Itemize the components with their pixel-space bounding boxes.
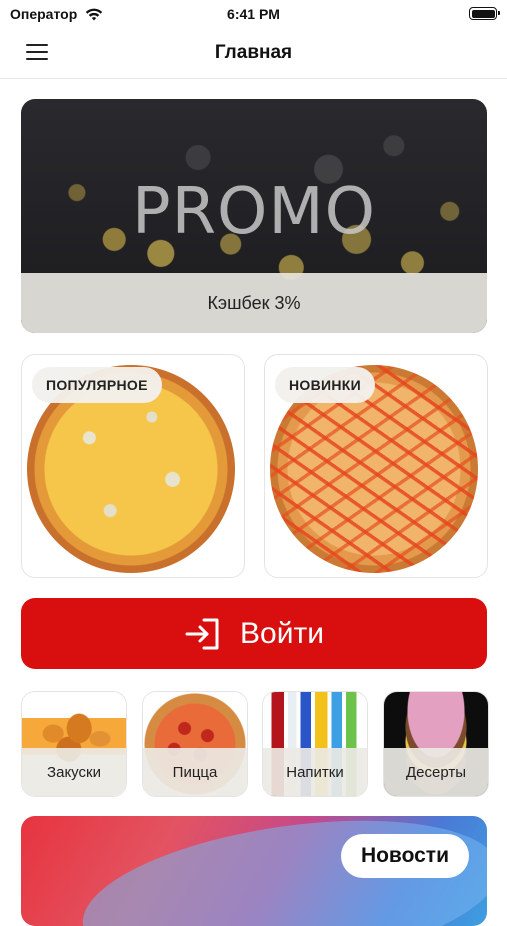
status-time: 6:41 PM bbox=[227, 6, 280, 22]
mini-category-drinks[interactable]: Напитки bbox=[262, 691, 368, 797]
page-title: Главная bbox=[214, 42, 293, 63]
status-bar: Оператор 6:41 PM bbox=[0, 0, 507, 30]
mini-category-label: Пицца bbox=[143, 748, 247, 796]
battery-icon bbox=[469, 7, 500, 20]
category-badge: ПОПУЛЯРНОЕ bbox=[32, 367, 162, 403]
login-button[interactable]: Войти bbox=[21, 598, 487, 669]
news-badge: Новости bbox=[340, 834, 469, 878]
mini-category-label: Десерты bbox=[384, 748, 488, 796]
mini-category-label: Закуски bbox=[22, 748, 126, 796]
mini-category-pizza[interactable]: Пицца bbox=[142, 691, 248, 797]
promo-banner[interactable]: PROMO Кэшбек 3% bbox=[21, 99, 487, 333]
category-badge: НОВИНКИ bbox=[275, 367, 375, 403]
login-icon bbox=[185, 618, 219, 649]
nav-bar: Главная bbox=[0, 30, 507, 79]
category-card-popular[interactable]: ПОПУЛЯРНОЕ bbox=[21, 354, 245, 578]
mini-category-desserts[interactable]: Десерты bbox=[383, 691, 489, 797]
news-banner[interactable]: Новости bbox=[21, 816, 487, 926]
promo-headline: PROMO bbox=[131, 175, 377, 249]
mini-category-label: Напитки bbox=[263, 748, 367, 796]
mini-category-snacks[interactable]: Закуски bbox=[21, 691, 127, 797]
category-card-new[interactable]: НОВИНКИ bbox=[264, 354, 488, 578]
login-label: Войти bbox=[240, 616, 324, 650]
promo-caption: Кэшбек 3% bbox=[21, 273, 487, 333]
